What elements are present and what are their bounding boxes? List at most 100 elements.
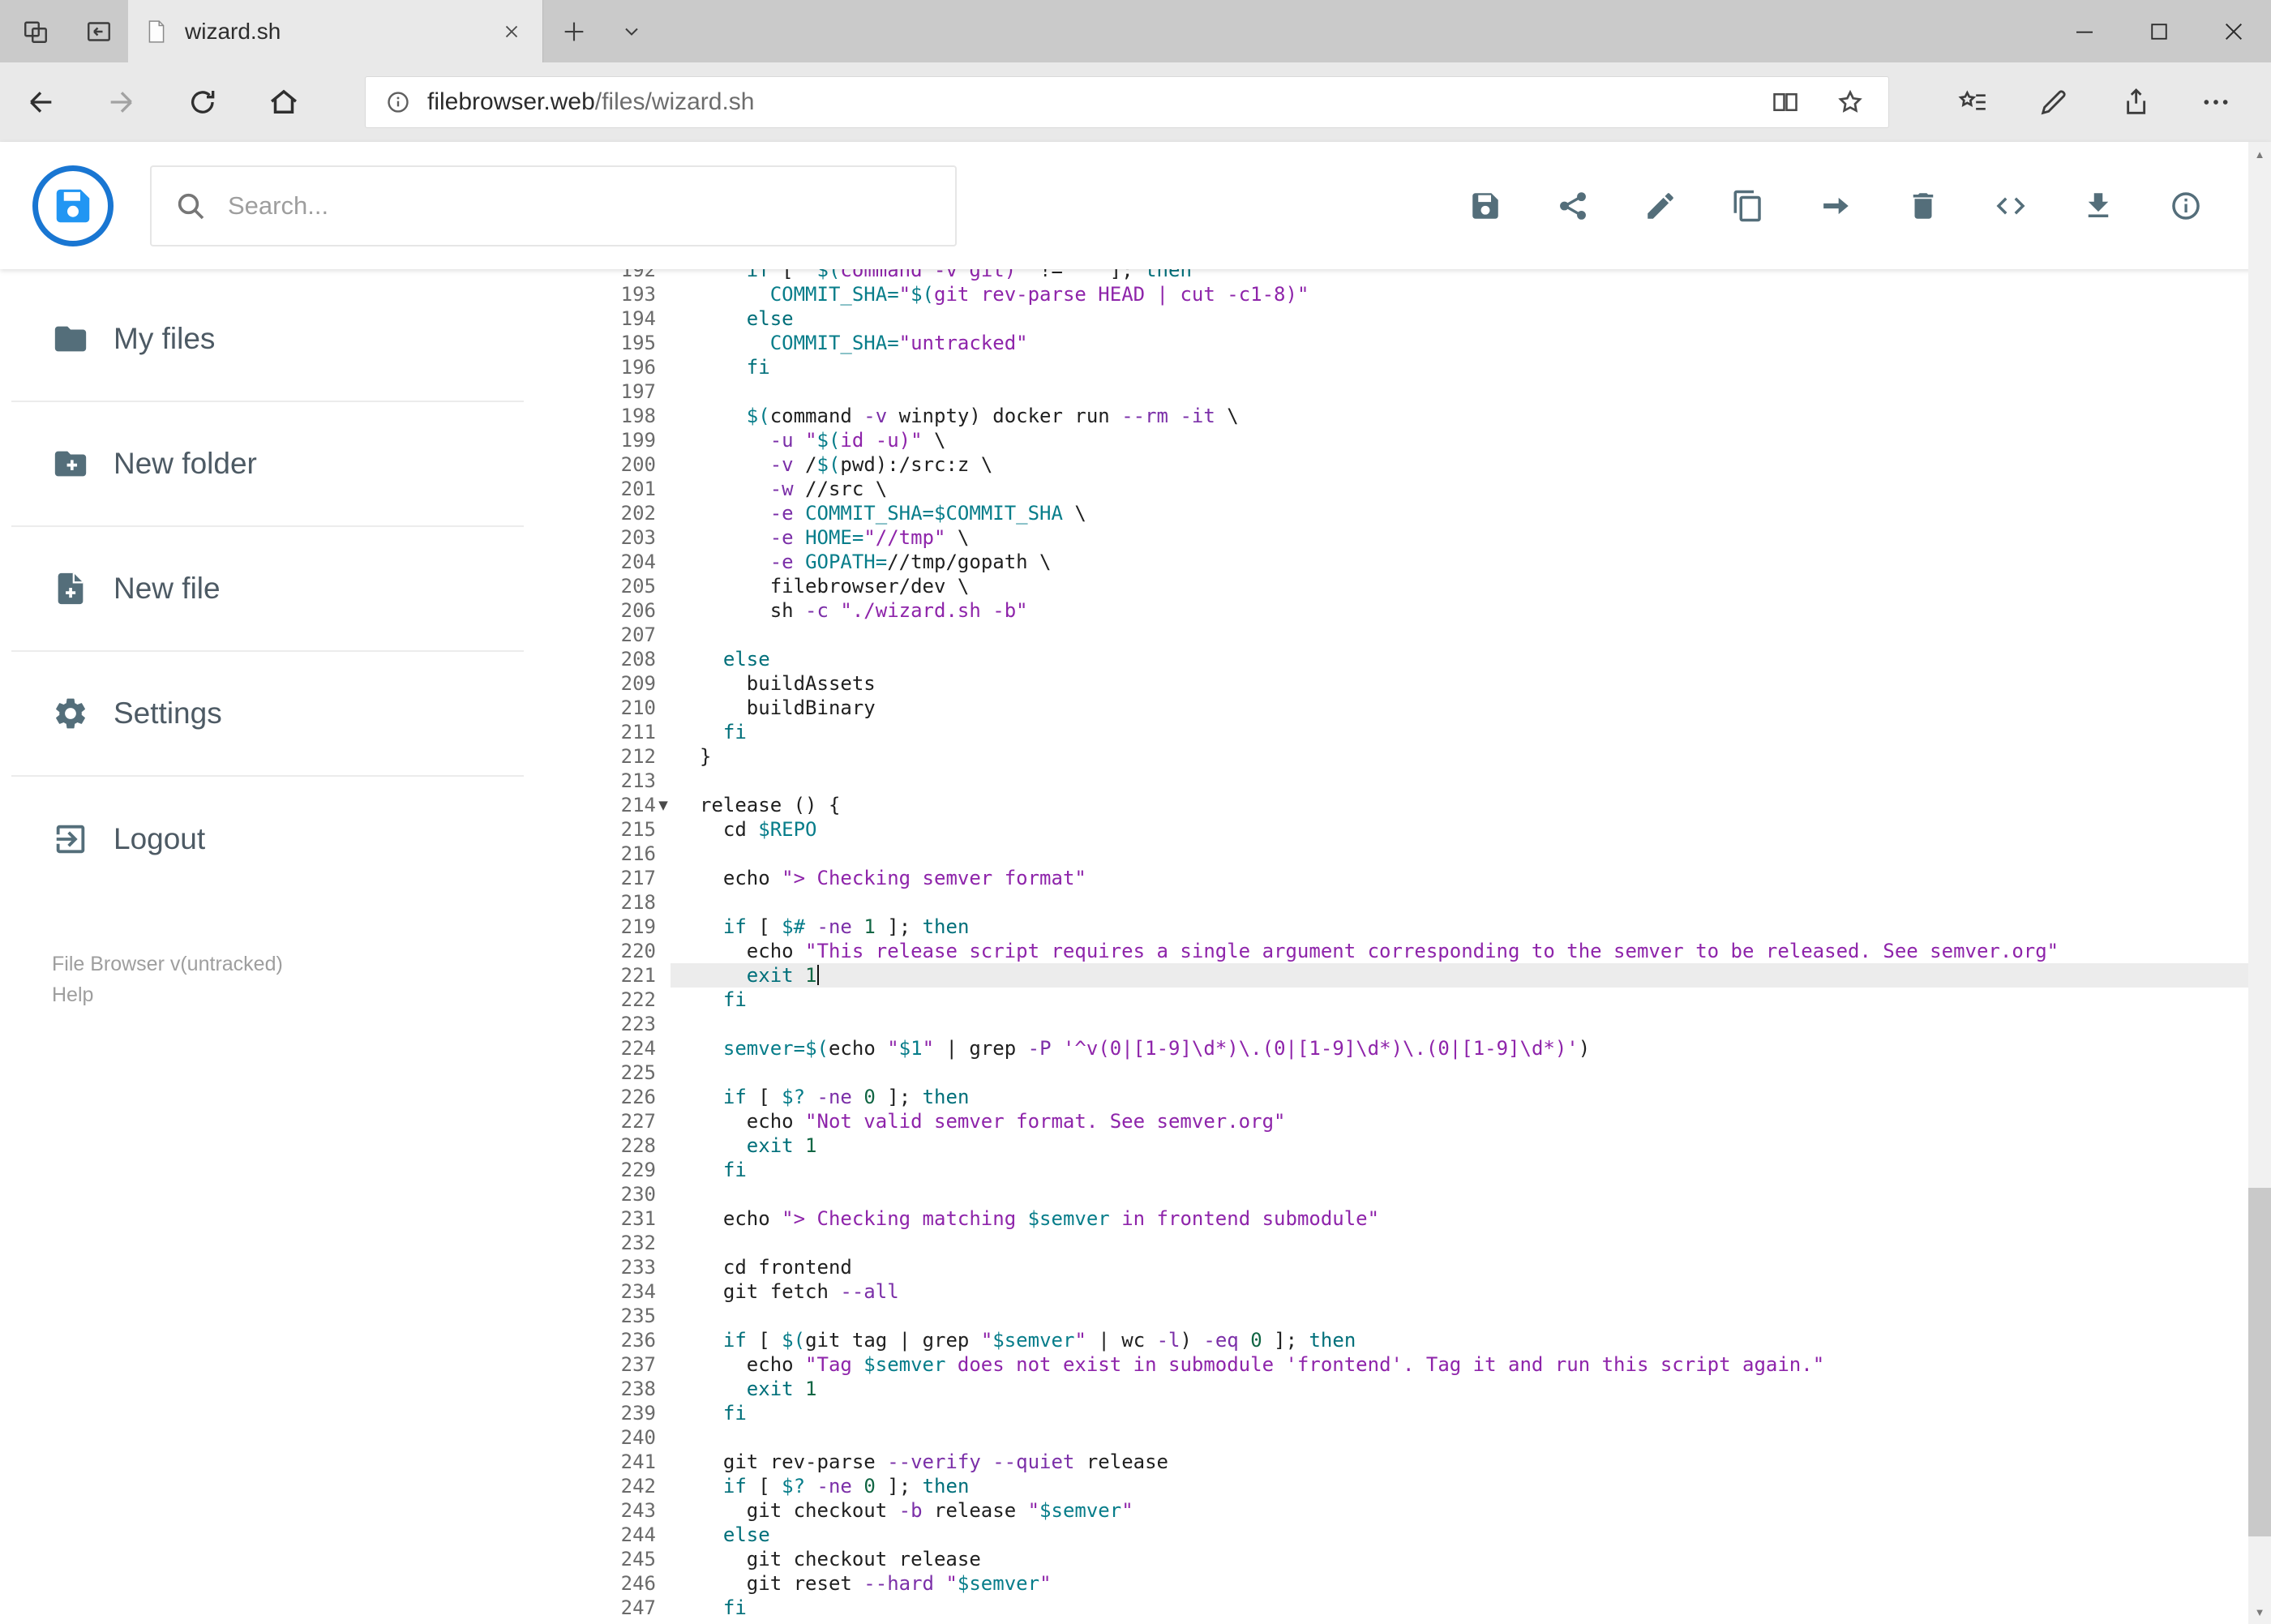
code-line[interactable]: 217 echo "> Checking semver format" <box>581 866 2271 890</box>
code-text[interactable]: sh -c "./wizard.sh -b" <box>671 598 2271 623</box>
code-text[interactable] <box>671 1231 2271 1255</box>
code-text[interactable]: if [ $? -ne 0 ]; then <box>671 1085 2271 1109</box>
code-line[interactable]: 215 cd $REPO <box>581 817 2271 842</box>
code-line[interactable]: 242 if [ $? -ne 0 ]; then <box>581 1474 2271 1498</box>
code-line[interactable]: 195 COMMIT_SHA="untracked" <box>581 331 2271 355</box>
scrollbar-thumb[interactable] <box>2248 1188 2271 1536</box>
browser-share-icon[interactable] <box>2094 62 2175 142</box>
code-line[interactable]: 220 echo "This release script requires a… <box>581 939 2271 963</box>
code-text[interactable]: echo "This release script requires a sin… <box>671 939 2271 963</box>
copy-button[interactable] <box>1731 189 1765 223</box>
code-text[interactable]: git checkout -b release "$semver" <box>671 1498 2271 1523</box>
download-button[interactable] <box>2081 189 2115 223</box>
code-line[interactable]: 233 cd frontend <box>581 1255 2271 1279</box>
code-text[interactable]: git rev-parse --verify --quiet release <box>671 1450 2271 1474</box>
code-line[interactable]: 230 <box>581 1182 2271 1206</box>
code-text[interactable]: git fetch --all <box>671 1279 2271 1304</box>
code-line[interactable]: 203 -e HOME="//tmp" \ <box>581 525 2271 550</box>
code-line[interactable]: 238 exit 1 <box>581 1377 2271 1401</box>
favorite-star-icon[interactable] <box>1832 84 1869 121</box>
code-line[interactable]: 228 exit 1 <box>581 1133 2271 1158</box>
code-text[interactable]: exit 1 <box>671 1133 2271 1158</box>
code-line[interactable]: 198 $(command -v winpty) docker run --rm… <box>581 404 2271 428</box>
sidebar-item-new-folder[interactable]: New folder <box>11 402 524 527</box>
code-line[interactable]: 243 git checkout -b release "$semver" <box>581 1498 2271 1523</box>
code-text[interactable]: if [ $(git tag | grep "$semver" | wc -l)… <box>671 1328 2271 1352</box>
code-line[interactable]: 240 <box>581 1425 2271 1450</box>
code-text[interactable]: COMMIT_SHA="$(git rev-parse HEAD | cut -… <box>671 282 2271 306</box>
code-line[interactable]: 245 git checkout release <box>581 1547 2271 1571</box>
code-line[interactable]: 204 -e GOPATH=//tmp/gopath \ <box>581 550 2271 574</box>
code-text[interactable] <box>671 1304 2271 1328</box>
code-text[interactable]: release () { <box>671 793 2271 817</box>
more-icon[interactable] <box>2175 62 2256 142</box>
sidebar-item-settings[interactable]: Settings <box>11 652 524 777</box>
code-line[interactable]: 216 <box>581 842 2271 866</box>
code-line[interactable]: 207 <box>581 623 2271 647</box>
sidebar-item-my-files[interactable]: My files <box>11 277 524 402</box>
code-text[interactable] <box>671 379 2271 404</box>
code-line[interactable]: 219 if [ $# -ne 1 ]; then <box>581 915 2271 939</box>
code-line[interactable]: 222 fi <box>581 988 2271 1012</box>
code-line[interactable]: 236 if [ $(git tag | grep "$semver" | wc… <box>581 1328 2271 1352</box>
code-text[interactable]: } <box>671 744 2271 769</box>
code-text[interactable]: exit 1 <box>671 963 2271 988</box>
site-info-icon[interactable] <box>385 89 411 115</box>
code-line[interactable]: 213 <box>581 769 2271 793</box>
code-text[interactable]: else <box>671 306 2271 331</box>
maximize-icon[interactable] <box>2122 0 2196 62</box>
code-line[interactable]: 193 COMMIT_SHA="$(git rev-parse HEAD | c… <box>581 282 2271 306</box>
code-text[interactable]: exit 1 <box>671 1377 2271 1401</box>
move-button[interactable] <box>1819 189 1853 223</box>
code-text[interactable]: if [ $# -ne 1 ]; then <box>671 915 2271 939</box>
code-line[interactable]: 224 semver=$(echo "$1" | grep -P '^v(0|[… <box>581 1036 2271 1061</box>
code-line[interactable]: 227 echo "Not valid semver format. See s… <box>581 1109 2271 1133</box>
code-line[interactable]: 201 -w //src \ <box>581 477 2271 501</box>
code-text[interactable]: COMMIT_SHA="untracked" <box>671 331 2271 355</box>
tabs-set-aside-icon[interactable] <box>19 15 52 48</box>
code-text[interactable] <box>671 1061 2271 1085</box>
code-line[interactable]: 226 if [ $? -ne 0 ]; then <box>581 1085 2271 1109</box>
code-line[interactable]: 246 git reset --hard "$semver" <box>581 1571 2271 1596</box>
code-text[interactable]: git reset --hard "$semver" <box>671 1571 2271 1596</box>
share-button[interactable] <box>1556 189 1590 223</box>
code-line[interactable]: 244 else <box>581 1523 2271 1547</box>
search-input[interactable] <box>228 191 932 221</box>
set-tabs-aside-icon[interactable] <box>83 15 115 48</box>
code-text[interactable]: fi <box>671 1158 2271 1182</box>
fold-marker-icon[interactable]: ▼ <box>656 793 671 817</box>
minimize-icon[interactable] <box>2047 0 2122 62</box>
code-text[interactable] <box>671 769 2271 793</box>
logo-icon[interactable] <box>32 165 114 246</box>
raw-view-button[interactable] <box>1994 189 2028 223</box>
code-line[interactable]: 200 -v /$(pwd):/src:z \ <box>581 452 2271 477</box>
code-line[interactable]: 237 echo "Tag $semver does not exist in … <box>581 1352 2271 1377</box>
hub-icon[interactable] <box>1932 62 2013 142</box>
code-text[interactable]: -u "$(id -u)" \ <box>671 428 2271 452</box>
code-line[interactable]: 202 -e COMMIT_SHA=$COMMIT_SHA \ <box>581 501 2271 525</box>
code-line[interactable]: 206 sh -c "./wizard.sh -b" <box>581 598 2271 623</box>
code-text[interactable]: fi <box>671 355 2271 379</box>
code-line[interactable]: 218 <box>581 890 2271 915</box>
address-bar[interactable]: filebrowser.web/files/wizard.sh <box>365 76 1889 128</box>
info-button[interactable] <box>2169 189 2203 223</box>
code-line[interactable]: 194 else <box>581 306 2271 331</box>
rename-button[interactable] <box>1643 189 1678 223</box>
code-text[interactable] <box>671 842 2271 866</box>
save-button[interactable] <box>1468 189 1502 223</box>
new-tab-icon[interactable] <box>543 0 605 62</box>
code-text[interactable]: if [ $? -ne 0 ]; then <box>671 1474 2271 1498</box>
scroll-down-icon[interactable]: ▼ <box>2248 1600 2271 1624</box>
code-line[interactable]: 234 git fetch --all <box>581 1279 2271 1304</box>
code-text[interactable]: else <box>671 1523 2271 1547</box>
code-line[interactable]: 196 fi <box>581 355 2271 379</box>
code-text[interactable]: $(command -v winpty) docker run --rm -it… <box>671 404 2271 428</box>
code-line[interactable]: 247 fi <box>581 1596 2271 1620</box>
code-line[interactable]: 214 ▼ release () { <box>581 793 2271 817</box>
code-line[interactable]: 212} <box>581 744 2271 769</box>
code-text[interactable]: echo "> Checking semver format" <box>671 866 2271 890</box>
code-text[interactable]: cd frontend <box>671 1255 2271 1279</box>
back-icon[interactable] <box>0 62 81 142</box>
code-line[interactable]: 232 <box>581 1231 2271 1255</box>
code-text[interactable]: fi <box>671 988 2271 1012</box>
